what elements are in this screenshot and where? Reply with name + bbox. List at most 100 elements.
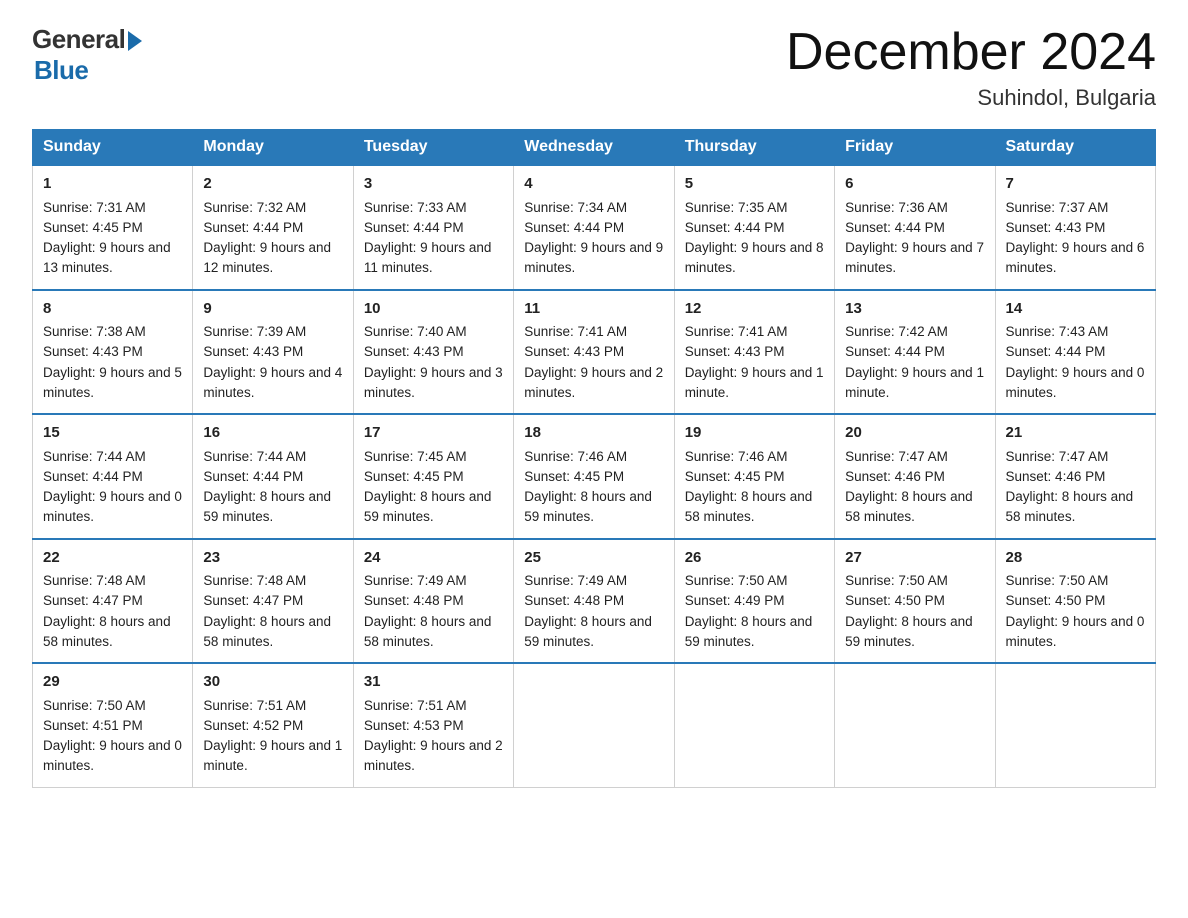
daylight-label: Daylight: 8 hours and 58 minutes. bbox=[1006, 489, 1134, 524]
sunrise-label: Sunrise: 7:49 AM bbox=[364, 573, 467, 588]
day-number: 4 bbox=[524, 173, 663, 196]
sunset-label: Sunset: 4:43 PM bbox=[364, 344, 464, 359]
table-row: 20 Sunrise: 7:47 AM Sunset: 4:46 PM Dayl… bbox=[835, 414, 995, 539]
day-number: 6 bbox=[845, 173, 984, 196]
daylight-label: Daylight: 8 hours and 59 minutes. bbox=[845, 614, 973, 649]
day-number: 28 bbox=[1006, 547, 1145, 570]
daylight-label: Daylight: 9 hours and 1 minute. bbox=[203, 738, 342, 773]
page-header: General Blue December 2024 Suhindol, Bul… bbox=[32, 24, 1156, 111]
table-row: 6 Sunrise: 7:36 AM Sunset: 4:44 PM Dayli… bbox=[835, 165, 995, 290]
day-number: 14 bbox=[1006, 298, 1145, 321]
col-thursday: Thursday bbox=[674, 130, 834, 166]
sunrise-label: Sunrise: 7:45 AM bbox=[364, 449, 467, 464]
sunrise-label: Sunrise: 7:44 AM bbox=[203, 449, 306, 464]
sunrise-label: Sunrise: 7:42 AM bbox=[845, 324, 948, 339]
calendar-week-row: 15 Sunrise: 7:44 AM Sunset: 4:44 PM Dayl… bbox=[33, 414, 1156, 539]
sunrise-label: Sunrise: 7:41 AM bbox=[524, 324, 627, 339]
daylight-label: Daylight: 9 hours and 0 minutes. bbox=[1006, 614, 1145, 649]
sunrise-label: Sunrise: 7:41 AM bbox=[685, 324, 788, 339]
col-tuesday: Tuesday bbox=[353, 130, 513, 166]
calendar-week-row: 8 Sunrise: 7:38 AM Sunset: 4:43 PM Dayli… bbox=[33, 290, 1156, 415]
day-number: 23 bbox=[203, 547, 342, 570]
daylight-label: Daylight: 8 hours and 58 minutes. bbox=[364, 614, 492, 649]
sunset-label: Sunset: 4:44 PM bbox=[845, 344, 945, 359]
sunset-label: Sunset: 4:45 PM bbox=[524, 469, 624, 484]
table-row: 11 Sunrise: 7:41 AM Sunset: 4:43 PM Dayl… bbox=[514, 290, 674, 415]
logo: General Blue bbox=[32, 24, 142, 86]
sunrise-label: Sunrise: 7:50 AM bbox=[43, 698, 146, 713]
daylight-label: Daylight: 8 hours and 58 minutes. bbox=[845, 489, 973, 524]
daylight-label: Daylight: 9 hours and 0 minutes. bbox=[43, 489, 182, 524]
sunset-label: Sunset: 4:44 PM bbox=[1006, 344, 1106, 359]
sunset-label: Sunset: 4:43 PM bbox=[524, 344, 624, 359]
table-row: 12 Sunrise: 7:41 AM Sunset: 4:43 PM Dayl… bbox=[674, 290, 834, 415]
day-number: 9 bbox=[203, 298, 342, 321]
daylight-label: Daylight: 9 hours and 12 minutes. bbox=[203, 240, 331, 275]
daylight-label: Daylight: 9 hours and 2 minutes. bbox=[364, 738, 503, 773]
table-row: 15 Sunrise: 7:44 AM Sunset: 4:44 PM Dayl… bbox=[33, 414, 193, 539]
day-number: 3 bbox=[364, 173, 503, 196]
sunset-label: Sunset: 4:48 PM bbox=[364, 593, 464, 608]
title-block: December 2024 Suhindol, Bulgaria bbox=[786, 24, 1156, 111]
sunrise-label: Sunrise: 7:50 AM bbox=[1006, 573, 1109, 588]
sunset-label: Sunset: 4:44 PM bbox=[845, 220, 945, 235]
table-row: 24 Sunrise: 7:49 AM Sunset: 4:48 PM Dayl… bbox=[353, 539, 513, 664]
month-title: December 2024 bbox=[786, 24, 1156, 81]
col-friday: Friday bbox=[835, 130, 995, 166]
table-row: 29 Sunrise: 7:50 AM Sunset: 4:51 PM Dayl… bbox=[33, 663, 193, 787]
sunset-label: Sunset: 4:45 PM bbox=[43, 220, 143, 235]
sunset-label: Sunset: 4:44 PM bbox=[685, 220, 785, 235]
sunset-label: Sunset: 4:46 PM bbox=[1006, 469, 1106, 484]
col-saturday: Saturday bbox=[995, 130, 1155, 166]
sunset-label: Sunset: 4:47 PM bbox=[203, 593, 303, 608]
sunrise-label: Sunrise: 7:40 AM bbox=[364, 324, 467, 339]
sunset-label: Sunset: 4:53 PM bbox=[364, 718, 464, 733]
sunrise-label: Sunrise: 7:38 AM bbox=[43, 324, 146, 339]
table-row: 19 Sunrise: 7:46 AM Sunset: 4:45 PM Dayl… bbox=[674, 414, 834, 539]
table-row bbox=[674, 663, 834, 787]
sunset-label: Sunset: 4:44 PM bbox=[203, 220, 303, 235]
daylight-label: Daylight: 8 hours and 59 minutes. bbox=[364, 489, 492, 524]
table-row: 21 Sunrise: 7:47 AM Sunset: 4:46 PM Dayl… bbox=[995, 414, 1155, 539]
daylight-label: Daylight: 8 hours and 59 minutes. bbox=[524, 489, 652, 524]
calendar-header-row: Sunday Monday Tuesday Wednesday Thursday… bbox=[33, 130, 1156, 166]
daylight-label: Daylight: 9 hours and 1 minute. bbox=[845, 365, 984, 400]
day-number: 18 bbox=[524, 422, 663, 445]
day-number: 29 bbox=[43, 671, 182, 694]
sunrise-label: Sunrise: 7:37 AM bbox=[1006, 200, 1109, 215]
table-row: 10 Sunrise: 7:40 AM Sunset: 4:43 PM Dayl… bbox=[353, 290, 513, 415]
table-row: 18 Sunrise: 7:46 AM Sunset: 4:45 PM Dayl… bbox=[514, 414, 674, 539]
table-row: 7 Sunrise: 7:37 AM Sunset: 4:43 PM Dayli… bbox=[995, 165, 1155, 290]
sunrise-label: Sunrise: 7:50 AM bbox=[845, 573, 948, 588]
day-number: 27 bbox=[845, 547, 984, 570]
sunrise-label: Sunrise: 7:34 AM bbox=[524, 200, 627, 215]
daylight-label: Daylight: 9 hours and 11 minutes. bbox=[364, 240, 492, 275]
table-row: 5 Sunrise: 7:35 AM Sunset: 4:44 PM Dayli… bbox=[674, 165, 834, 290]
day-number: 30 bbox=[203, 671, 342, 694]
day-number: 31 bbox=[364, 671, 503, 694]
day-number: 8 bbox=[43, 298, 182, 321]
day-number: 2 bbox=[203, 173, 342, 196]
day-number: 15 bbox=[43, 422, 182, 445]
daylight-label: Daylight: 9 hours and 0 minutes. bbox=[1006, 365, 1145, 400]
table-row: 3 Sunrise: 7:33 AM Sunset: 4:44 PM Dayli… bbox=[353, 165, 513, 290]
daylight-label: Daylight: 9 hours and 6 minutes. bbox=[1006, 240, 1145, 275]
sunset-label: Sunset: 4:52 PM bbox=[203, 718, 303, 733]
table-row: 31 Sunrise: 7:51 AM Sunset: 4:53 PM Dayl… bbox=[353, 663, 513, 787]
day-number: 25 bbox=[524, 547, 663, 570]
col-wednesday: Wednesday bbox=[514, 130, 674, 166]
sunrise-label: Sunrise: 7:39 AM bbox=[203, 324, 306, 339]
daylight-label: Daylight: 9 hours and 0 minutes. bbox=[43, 738, 182, 773]
sunset-label: Sunset: 4:48 PM bbox=[524, 593, 624, 608]
logo-blue-text: Blue bbox=[34, 55, 88, 86]
day-number: 16 bbox=[203, 422, 342, 445]
sunrise-label: Sunrise: 7:51 AM bbox=[203, 698, 306, 713]
sunset-label: Sunset: 4:46 PM bbox=[845, 469, 945, 484]
calendar-week-row: 29 Sunrise: 7:50 AM Sunset: 4:51 PM Dayl… bbox=[33, 663, 1156, 787]
sunrise-label: Sunrise: 7:36 AM bbox=[845, 200, 948, 215]
table-row: 22 Sunrise: 7:48 AM Sunset: 4:47 PM Dayl… bbox=[33, 539, 193, 664]
sunrise-label: Sunrise: 7:32 AM bbox=[203, 200, 306, 215]
sunrise-label: Sunrise: 7:35 AM bbox=[685, 200, 788, 215]
table-row bbox=[514, 663, 674, 787]
sunset-label: Sunset: 4:43 PM bbox=[685, 344, 785, 359]
